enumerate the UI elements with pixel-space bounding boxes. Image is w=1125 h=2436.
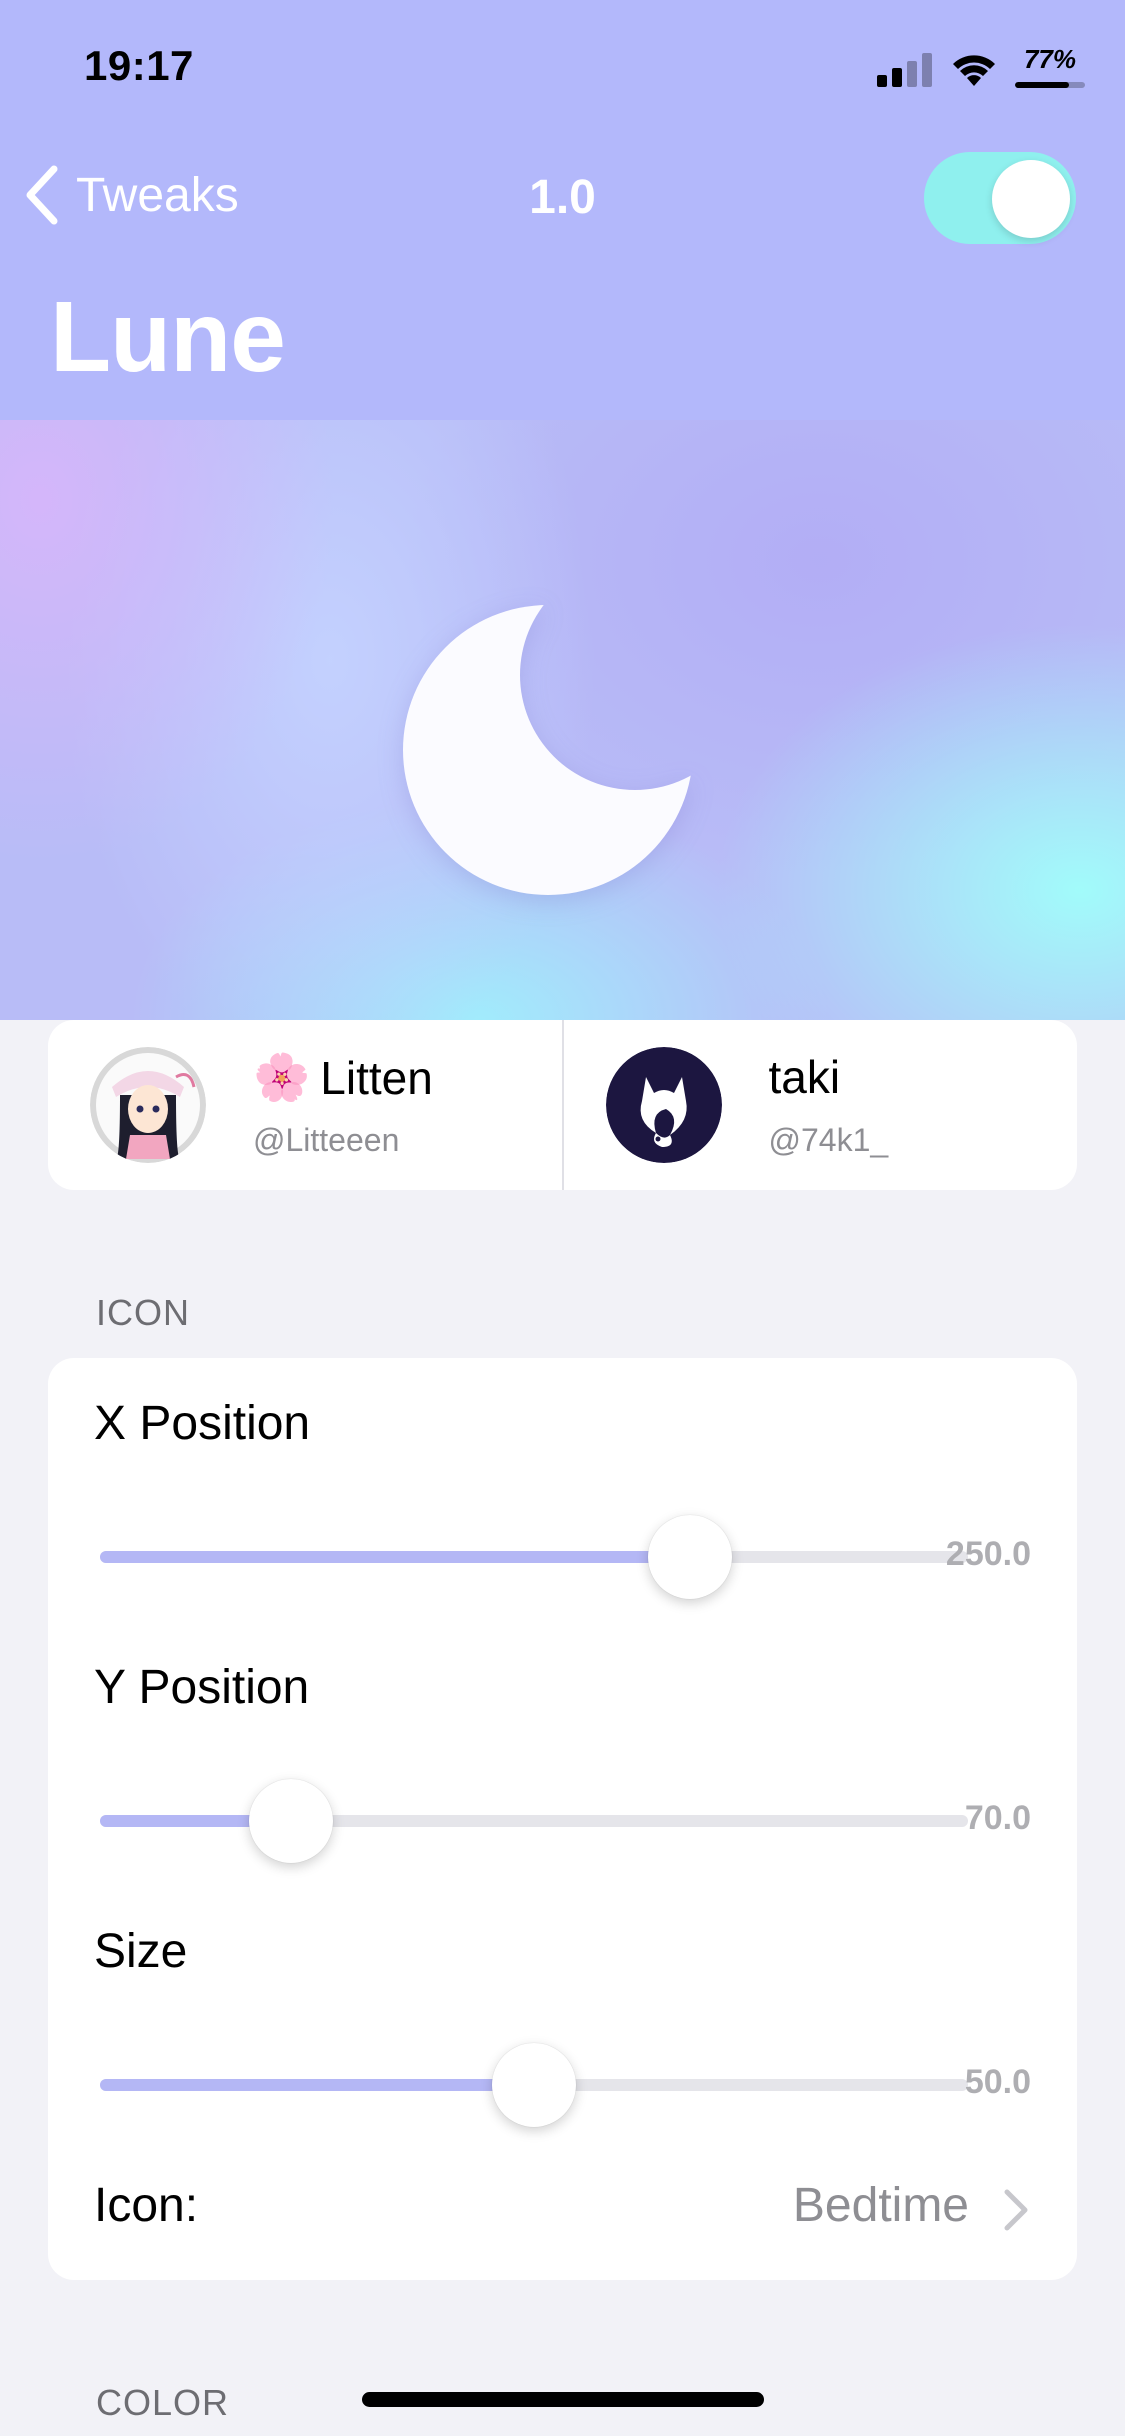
x-position-label: X Position	[94, 1397, 311, 1450]
x-position-slider[interactable]	[100, 1515, 968, 1599]
author-litten[interactable]: 🌸 Litten @Litteeen	[48, 1020, 562, 1190]
author-handle: @74k1_	[768, 1122, 889, 1158]
slider-fill	[100, 2079, 534, 2091]
y-position-slider[interactable]	[100, 1779, 968, 1863]
signal-icon	[877, 53, 932, 87]
section-header-color: COLOR	[96, 2382, 230, 2423]
wifi-icon	[953, 55, 995, 86]
status-icons: 77%	[877, 44, 1085, 92]
avatar-litten-icon	[90, 1047, 206, 1163]
x-position-value: 250.0	[945, 1535, 1031, 1573]
avatar	[90, 1047, 206, 1163]
author-name-text: taki	[768, 1051, 841, 1103]
battery-indicator: 77%	[1015, 44, 1085, 92]
y-position-label: Y Position	[94, 1661, 310, 1714]
avatar-fox-icon	[605, 1047, 722, 1163]
authors-card: 🌸 Litten @Litteeen taki @74k1_	[48, 1020, 1077, 1190]
icon-row-label: Icon:	[94, 2179, 199, 2232]
author-handle: @Litteeen	[253, 1122, 400, 1158]
size-label: Size	[94, 1925, 188, 1978]
moon-icon	[403, 605, 693, 895]
home-indicator[interactable]	[362, 2392, 764, 2407]
author-taki[interactable]: taki @74k1_	[561, 1020, 1078, 1190]
icon-row-value[interactable]: Bedtime	[793, 2178, 969, 2233]
avatar	[605, 1047, 722, 1163]
slider-thumb[interactable]	[648, 1515, 733, 1599]
y-position-value: 70.0	[964, 1799, 1031, 1837]
slider-thumb[interactable]	[248, 1779, 333, 1863]
author-name: 🌸 Litten	[253, 1050, 433, 1105]
battery-bar	[1015, 82, 1085, 88]
chevron-right-icon[interactable]	[1001, 2188, 1031, 2232]
header: 19:17 77% Tweaks 1.0 Lune	[0, 0, 1125, 420]
battery-fill	[1015, 82, 1069, 88]
slider-thumb[interactable]	[492, 2043, 576, 2127]
size-value: 50.0	[964, 2063, 1031, 2101]
author-name: taki	[769, 1050, 841, 1104]
cherry-blossom-icon: 🌸	[253, 1051, 311, 1103]
section-header-icon: ICON	[96, 1292, 190, 1333]
status-time: 19:17	[84, 42, 194, 89]
size-slider[interactable]	[100, 2043, 968, 2127]
author-name-text: Litten	[320, 1051, 433, 1104]
page-title: Lune	[50, 281, 286, 393]
slider-fill	[100, 1551, 691, 1563]
hero-banner	[0, 420, 1125, 1020]
toggle-knob	[992, 160, 1070, 238]
enable-toggle[interactable]	[924, 152, 1076, 244]
battery-percent: 77%	[1023, 44, 1077, 74]
icon-settings-group: X Position 250.0 Y Position 70.0 Size 50…	[48, 1358, 1077, 2280]
